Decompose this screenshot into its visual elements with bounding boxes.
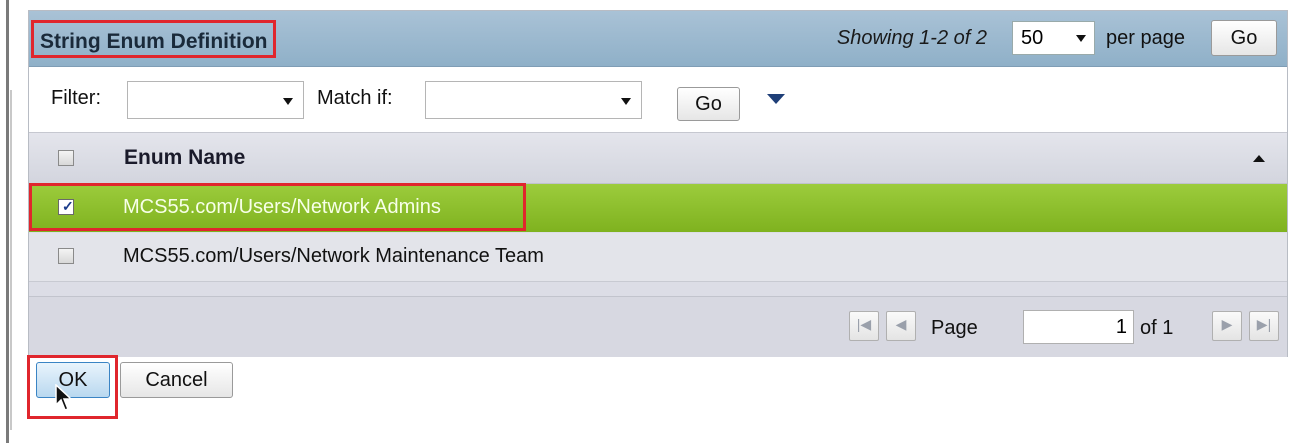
highlight-outline bbox=[29, 183, 526, 231]
table-header: Enum Name bbox=[29, 133, 1287, 184]
cancel-button[interactable]: Cancel bbox=[120, 362, 233, 398]
last-page-icon: ▶| bbox=[1256, 316, 1272, 332]
per-page-select[interactable]: 50 bbox=[1012, 21, 1095, 55]
previous-page-icon: ◀ bbox=[895, 316, 907, 332]
chevron-down-icon bbox=[1076, 35, 1086, 42]
enum-name-cell: MCS55.com/Users/Network Maintenance Team bbox=[123, 245, 544, 267]
chevron-down-icon bbox=[621, 98, 631, 105]
window-left-border bbox=[6, 0, 9, 443]
pagination-bar: |◀ ◀ Page 1 of 1 ▶ ▶| bbox=[29, 296, 1287, 357]
match-if-label: Match if: bbox=[317, 87, 393, 109]
previous-page-button[interactable]: ◀ bbox=[886, 311, 916, 341]
ok-button[interactable]: OK bbox=[36, 362, 110, 398]
next-page-button[interactable]: ▶ bbox=[1212, 311, 1242, 341]
column-header-enum-name[interactable]: Enum Name bbox=[124, 146, 245, 170]
filter-label: Filter: bbox=[51, 87, 101, 109]
string-enum-panel: String Enum Definition Showing 1-2 of 2 … bbox=[28, 10, 1288, 357]
page-number-input[interactable]: 1 bbox=[1023, 310, 1134, 344]
panel-title: String Enum Definition bbox=[31, 20, 277, 58]
mouse-pointer-icon bbox=[55, 384, 73, 411]
page-label: Page bbox=[931, 317, 978, 339]
first-page-icon: |◀ bbox=[856, 316, 872, 332]
sort-ascending-icon[interactable] bbox=[1253, 155, 1265, 162]
filter-select[interactable] bbox=[127, 81, 304, 119]
panel-header: String Enum Definition Showing 1-2 of 2 … bbox=[29, 11, 1287, 67]
showing-count: Showing 1-2 of 2 bbox=[836, 27, 987, 49]
filter-go-button[interactable]: Go bbox=[677, 87, 740, 121]
last-page-button[interactable]: ▶| bbox=[1249, 311, 1279, 341]
table-row[interactable]: MCS55.com/Users/Network Maintenance Team bbox=[29, 233, 1287, 282]
triangle-down-icon[interactable] bbox=[767, 94, 785, 104]
next-page-icon: ▶ bbox=[1221, 316, 1233, 332]
chevron-down-icon bbox=[283, 98, 293, 105]
page-total-label: of 1 bbox=[1140, 317, 1174, 339]
match-if-select[interactable] bbox=[425, 81, 642, 119]
per-page-go-button[interactable]: Go bbox=[1211, 20, 1277, 56]
first-page-button[interactable]: |◀ bbox=[849, 311, 879, 341]
per-page-value: 50 bbox=[1021, 27, 1044, 49]
select-all-checkbox[interactable] bbox=[58, 150, 74, 166]
row-checkbox[interactable] bbox=[58, 248, 74, 264]
filter-bar: Filter: Match if: Go bbox=[29, 67, 1287, 133]
per-page-label: per page bbox=[1106, 27, 1185, 49]
window-left-border-light bbox=[10, 90, 12, 430]
